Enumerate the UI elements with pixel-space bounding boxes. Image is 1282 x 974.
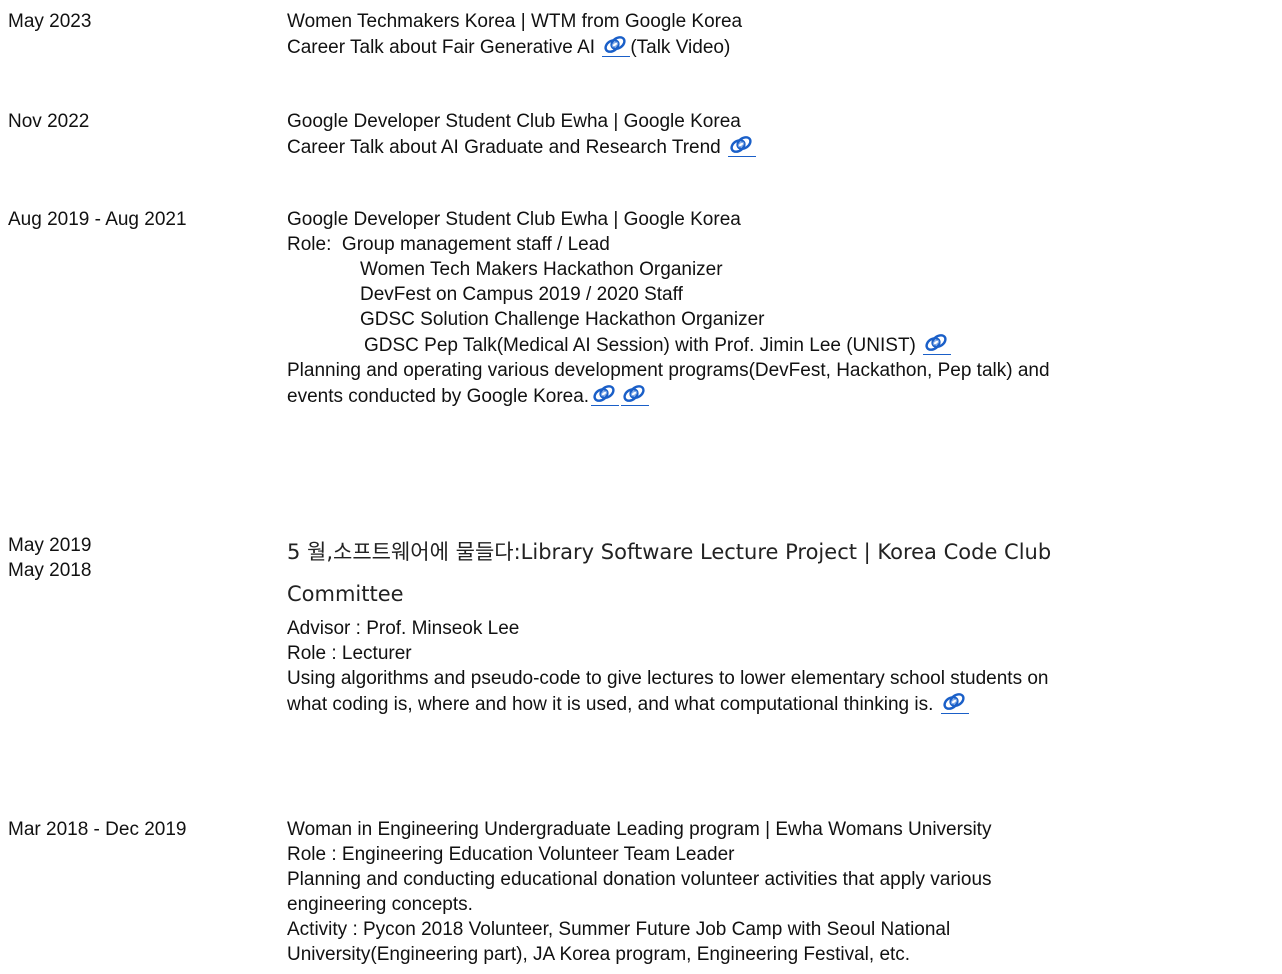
entry-description: Using algorithms and pseudo-code to give… (287, 668, 1049, 689)
entry-role: Role : Engineering Education Volunteer T… (287, 844, 735, 865)
entry-date: May 2023 (8, 11, 92, 32)
role-first: Group management staff / Lead (341, 234, 610, 255)
role-item: GDSC Solution Challenge Hackathon Organi… (360, 309, 765, 330)
entry-content: Google Developer Student Club Ewha | Goo… (287, 207, 1276, 409)
entry-content: Woman in Engineering Undergraduate Leadi… (287, 817, 1276, 967)
entry-description: events conducted by Google Korea. (287, 386, 590, 407)
entry-title: Google Developer Student Club Ewha | Goo… (287, 209, 741, 230)
entry-description: engineering concepts. (287, 894, 473, 915)
link-icon[interactable] (602, 34, 631, 57)
entry-content: Google Developer Student Club Ewha | Goo… (287, 109, 1276, 160)
entry-date: Mar 2018 - Dec 2019 (8, 819, 187, 840)
entry-date: May 2019 (8, 535, 92, 556)
entry-content: Women Techmakers Korea | WTM from Google… (287, 9, 1276, 60)
entry-date: Nov 2022 (8, 111, 90, 132)
link-icon[interactable] (621, 383, 650, 406)
entry-title: Google Developer Student Club Ewha | Goo… (287, 111, 741, 132)
role-label: Role: (287, 234, 332, 255)
entry-activity: University(Engineering part), JA Korea p… (287, 944, 911, 965)
entry-title: 5 월,소프트웨어에 물들다:Library Software Lecture … (287, 540, 1052, 564)
role-item: Women Tech Makers Hackathon Organizer (360, 259, 723, 280)
entry-detail-line: Career Talk about Fair Generative AI (Ta… (287, 34, 1276, 60)
link-icon[interactable] (591, 383, 620, 406)
talk-video-link[interactable]: (Talk Video) (630, 37, 730, 58)
entry-title: Woman in Engineering Undergraduate Leadi… (287, 819, 992, 840)
link-icon[interactable] (728, 134, 757, 157)
role-item: DevFest on Campus 2019 / 2020 Staff (360, 284, 683, 305)
entry-date: Aug 2019 - Aug 2021 (8, 209, 187, 230)
entry-dates: May 2019 May 2018 (8, 533, 91, 583)
entry-role: Role : Lecturer (287, 643, 412, 664)
entry-detail-text: Career Talk about Fair Generative AI (287, 37, 596, 58)
link-icon[interactable] (923, 332, 952, 355)
entry-content: 5 월,소프트웨어에 물들다:Library Software Lecture … (287, 530, 1276, 717)
entry-description: Planning and conducting educational dona… (287, 869, 992, 890)
entry-description: what coding is, where and how it is used… (287, 694, 934, 715)
entry-detail-text: Career Talk about AI Graduate and Resear… (287, 137, 721, 158)
entry-title-continued: Committee (287, 582, 404, 606)
entry-advisor: Advisor : Prof. Minseok Lee (287, 618, 520, 639)
entry-description: Planning and operating various developme… (287, 360, 1050, 381)
entry-description-with-link: what coding is, where and how it is used… (287, 691, 1276, 717)
entry-detail-line: Career Talk about AI Graduate and Resear… (287, 134, 1276, 160)
role-item: GDSC Pep Talk(Medical AI Session) with P… (364, 335, 916, 356)
entry-description-with-links: events conducted by Google Korea. (287, 383, 1276, 409)
entry-role-line: Role: Group management staff / Lead (287, 232, 1276, 257)
role-item-with-link: GDSC Pep Talk(Medical AI Session) with P… (287, 332, 1276, 358)
entry-date: May 2018 (8, 560, 92, 581)
entry-activity: Activity : Pycon 2018 Volunteer, Summer … (287, 919, 951, 940)
entry-title: Women Techmakers Korea | WTM from Google… (287, 11, 743, 32)
link-icon[interactable] (940, 691, 969, 714)
